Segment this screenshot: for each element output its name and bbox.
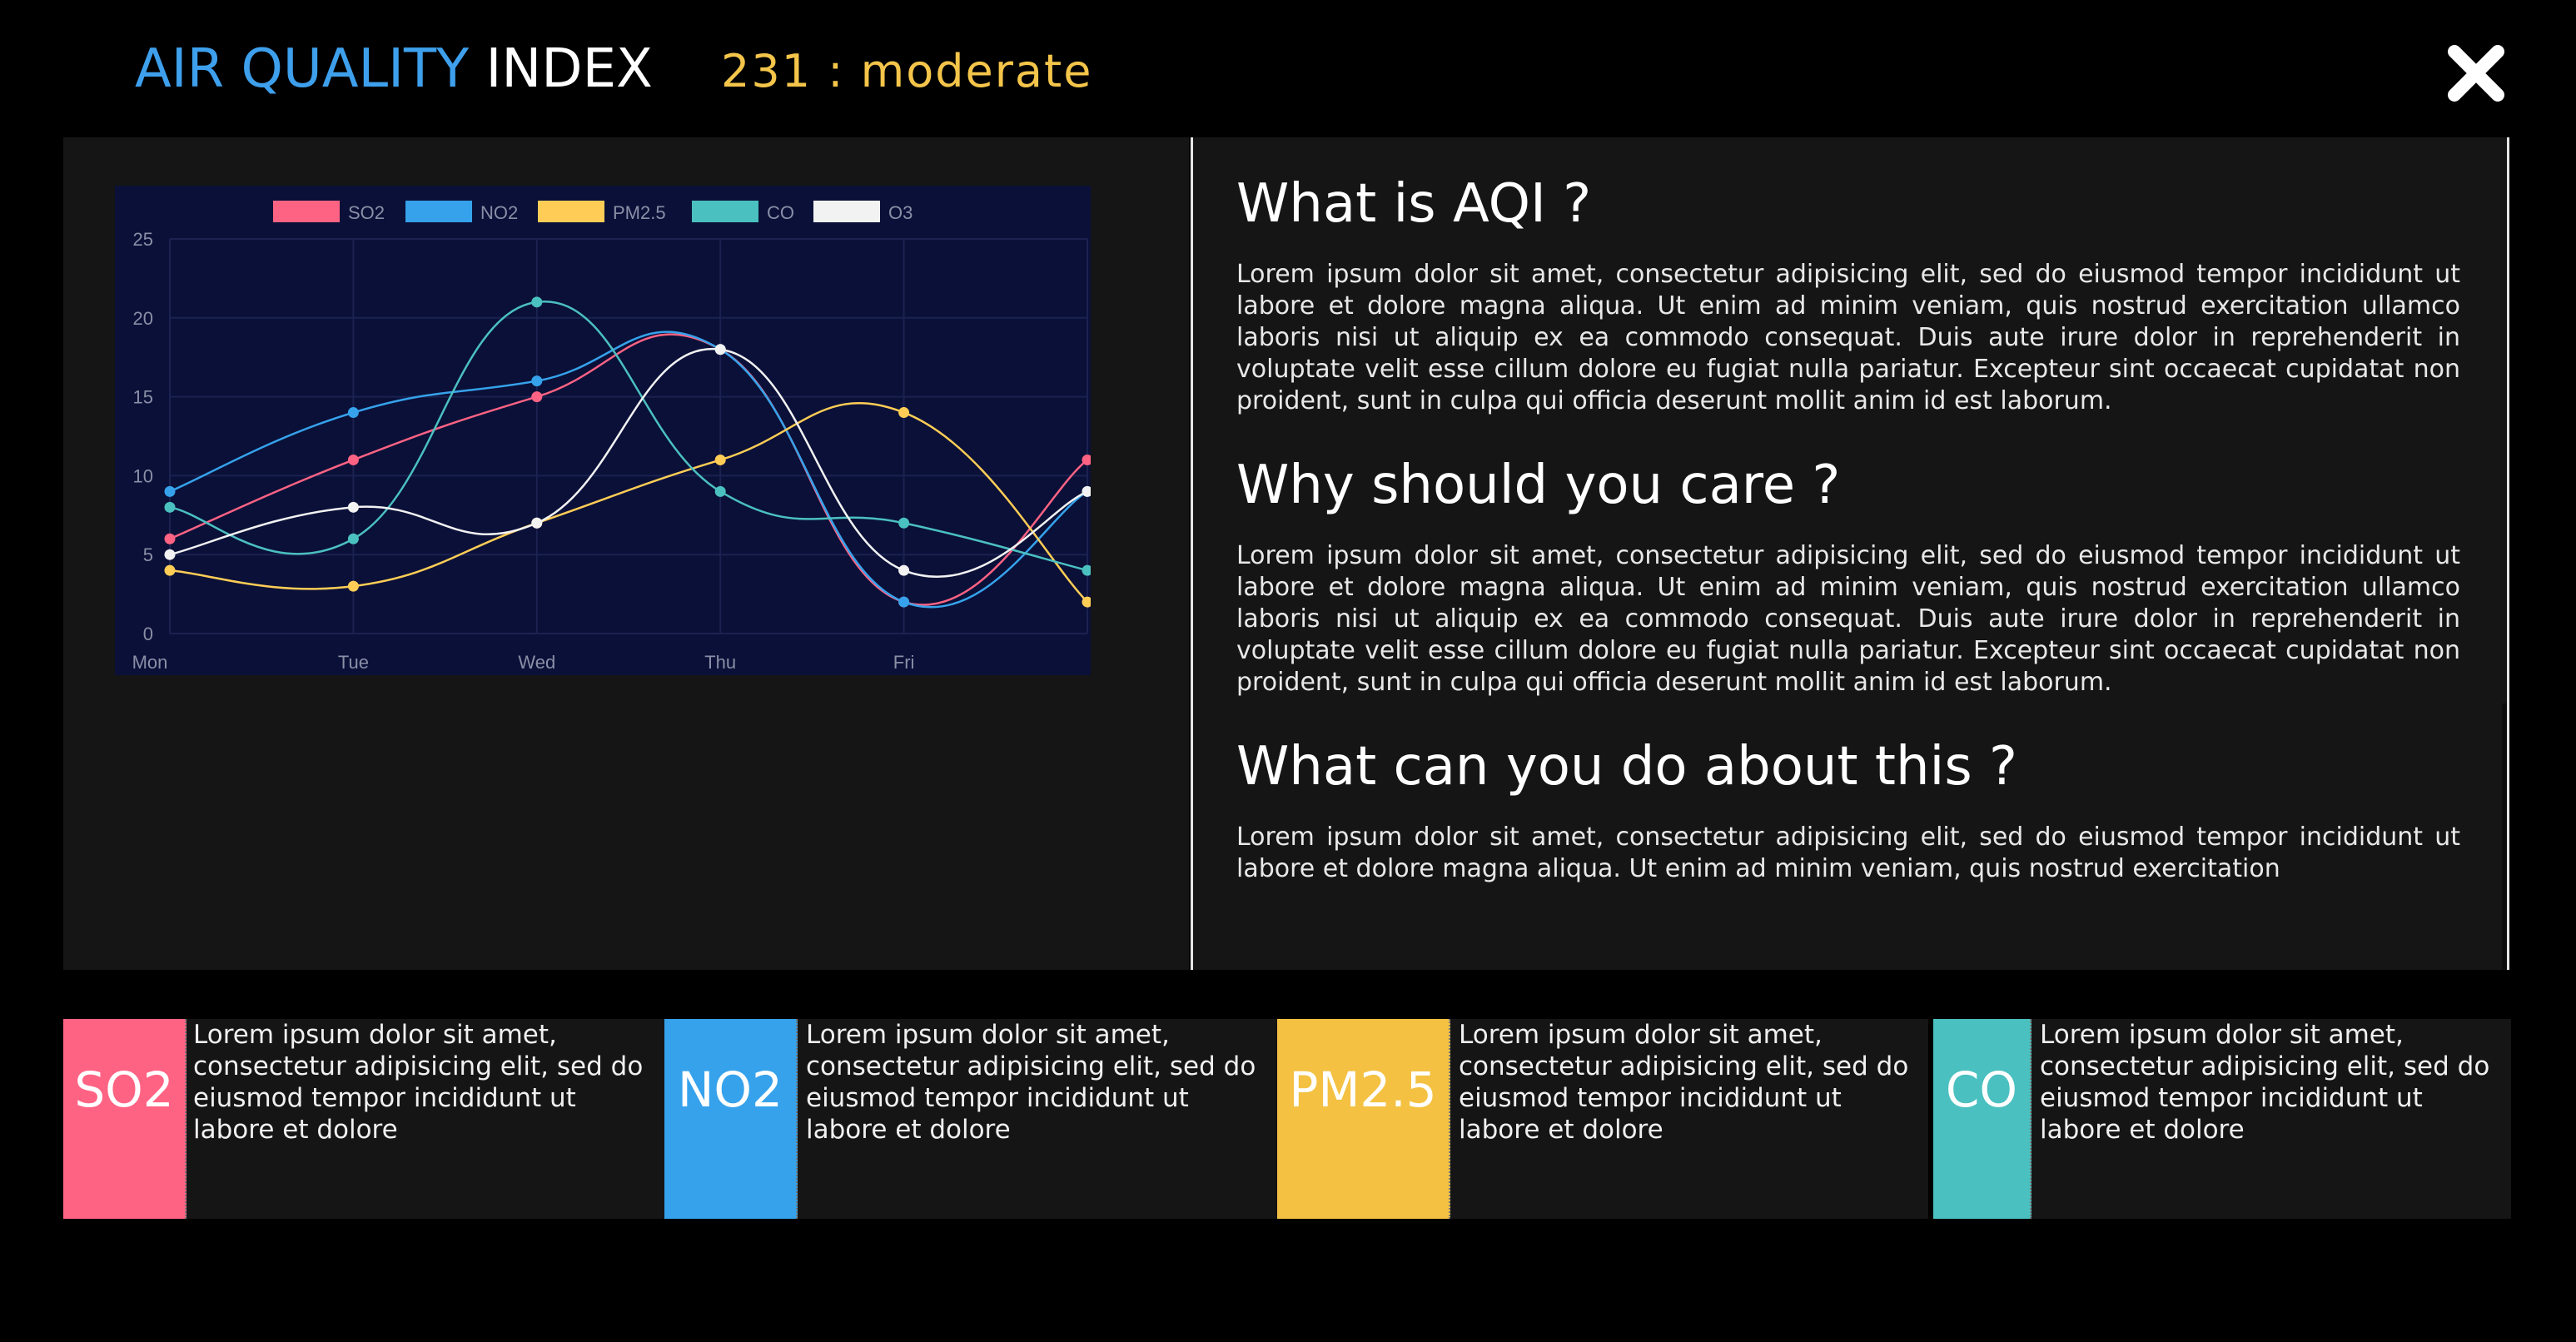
- header: AIR QUALITY INDEX 231 : moderate: [0, 0, 2576, 137]
- legend-swatch: [273, 201, 340, 222]
- close-button[interactable]: [2443, 40, 2509, 107]
- section-heading-why-care: Why should you care ?: [1236, 455, 1841, 516]
- info-panel[interactable]: What is AQI ? Lorem ipsum dolor sit amet…: [1191, 137, 2509, 970]
- y-tick-label: 10: [133, 465, 153, 486]
- data-point-pm25: [347, 580, 359, 592]
- aqi-line-chart: 0510152025MonTueWedThuFriSatSO2NO2PM2.5C…: [115, 186, 1121, 675]
- title-part-index: INDEX: [485, 38, 653, 100]
- data-point-o3: [898, 564, 910, 576]
- legend-label: CO: [767, 202, 794, 223]
- data-point-o3: [531, 517, 543, 529]
- pollutant-description-pm25: Lorem ipsum dolor sit amet, consectetur …: [1459, 1020, 1909, 1145]
- legend-swatch: [692, 201, 758, 222]
- scrollbar[interactable]: [2502, 703, 2507, 970]
- series-line-o3: [169, 347, 1088, 578]
- data-point-no2: [347, 407, 359, 419]
- pollutant-badge-so2: SO2: [63, 1019, 186, 1219]
- legend-label: PM2.5: [613, 202, 666, 223]
- series-line-pm25: [169, 402, 1088, 603]
- pollutant-card-pm25: PM2.5 Lorem ipsum dolor sit amet, consec…: [1277, 1019, 1928, 1219]
- legend-swatch: [813, 201, 880, 222]
- data-point-o3: [714, 344, 726, 355]
- data-point-co: [164, 501, 176, 513]
- data-point-co: [714, 485, 726, 497]
- section-heading-what-can-you-do: What can you do about this ?: [1236, 736, 2017, 798]
- data-point-so2: [164, 533, 176, 544]
- data-point-no2: [164, 485, 176, 497]
- pollutant-card-co: CO Lorem ipsum dolor sit amet, consectet…: [1933, 1019, 2511, 1219]
- pollutant-card-so2: SO2 Lorem ipsum dolor sit amet, consecte…: [63, 1019, 668, 1219]
- data-point-co: [531, 296, 543, 308]
- data-point-o3: [347, 501, 359, 513]
- chart-panel: 0510152025MonTueWedThuFriSatSO2NO2PM2.5C…: [63, 137, 1189, 970]
- pollutant-description-co: Lorem ipsum dolor sit amet, consectetur …: [2040, 1020, 2490, 1145]
- data-point-pm25: [164, 564, 176, 576]
- y-tick-label: 0: [143, 624, 153, 644]
- y-tick-label: 25: [133, 229, 153, 250]
- pollutant-description-no2: Lorem ipsum dolor sit amet, consectetur …: [806, 1020, 1256, 1145]
- page-title: AIR QUALITY INDEX: [135, 32, 653, 107]
- data-point-co: [1082, 564, 1093, 576]
- x-tick-label: Mon: [132, 652, 168, 673]
- pollutant-badge-pm25: PM2.5: [1277, 1019, 1450, 1219]
- data-point-so2: [531, 391, 543, 403]
- legend-swatch: [405, 201, 472, 222]
- data-point-so2: [347, 454, 359, 465]
- y-tick-label: 15: [133, 387, 153, 408]
- pollutant-cards: SO2 Lorem ipsum dolor sit amet, consecte…: [63, 1019, 2511, 1219]
- chart-svg: 0510152025MonTueWedThuFriSatSO2NO2PM2.5C…: [132, 201, 1121, 673]
- data-point-co: [347, 533, 359, 544]
- pollutant-description-so2: Lorem ipsum dolor sit amet, consectetur …: [193, 1020, 644, 1145]
- data-point-pm25: [898, 407, 910, 419]
- pollutant-badge-co: CO: [1933, 1019, 2031, 1219]
- data-point-o3: [164, 549, 176, 560]
- legend-label: O3: [888, 202, 913, 223]
- data-point-pm25: [714, 454, 726, 465]
- pollutant-badge-no2: NO2: [664, 1019, 798, 1219]
- pollutant-card-no2: NO2 Lorem ipsum dolor sit amet, consecte…: [664, 1019, 1281, 1219]
- section-body-what-is-aqi: Lorem ipsum dolor sit amet, consectetur …: [1236, 260, 2460, 415]
- legend-label: SO2: [348, 202, 385, 223]
- x-tick-label: Tue: [338, 652, 369, 673]
- legend-label: NO2: [480, 202, 518, 223]
- x-tick-label: Wed: [518, 652, 555, 673]
- y-tick-label: 20: [133, 308, 153, 329]
- close-icon: [2448, 45, 2504, 102]
- data-point-no2: [531, 375, 543, 387]
- x-tick-label: Fri: [893, 652, 915, 673]
- section-heading-what-is-aqi: What is AQI ?: [1236, 173, 1592, 235]
- y-tick-label: 5: [143, 544, 153, 565]
- x-tick-label: Thu: [704, 652, 736, 673]
- title-part-air-quality: AIR QUALITY: [135, 38, 470, 100]
- legend-swatch: [538, 201, 604, 222]
- aqi-status: 231 : moderate: [721, 45, 1093, 97]
- info-content: What is AQI ? Lorem ipsum dolor sit amet…: [1236, 162, 2460, 912]
- section-body-what-can-you-do: Lorem ipsum dolor sit amet, consectetur …: [1236, 823, 2460, 883]
- section-body-why-care: Lorem ipsum dolor sit amet, consectetur …: [1236, 541, 2460, 697]
- data-point-no2: [898, 596, 910, 608]
- data-point-co: [898, 517, 910, 529]
